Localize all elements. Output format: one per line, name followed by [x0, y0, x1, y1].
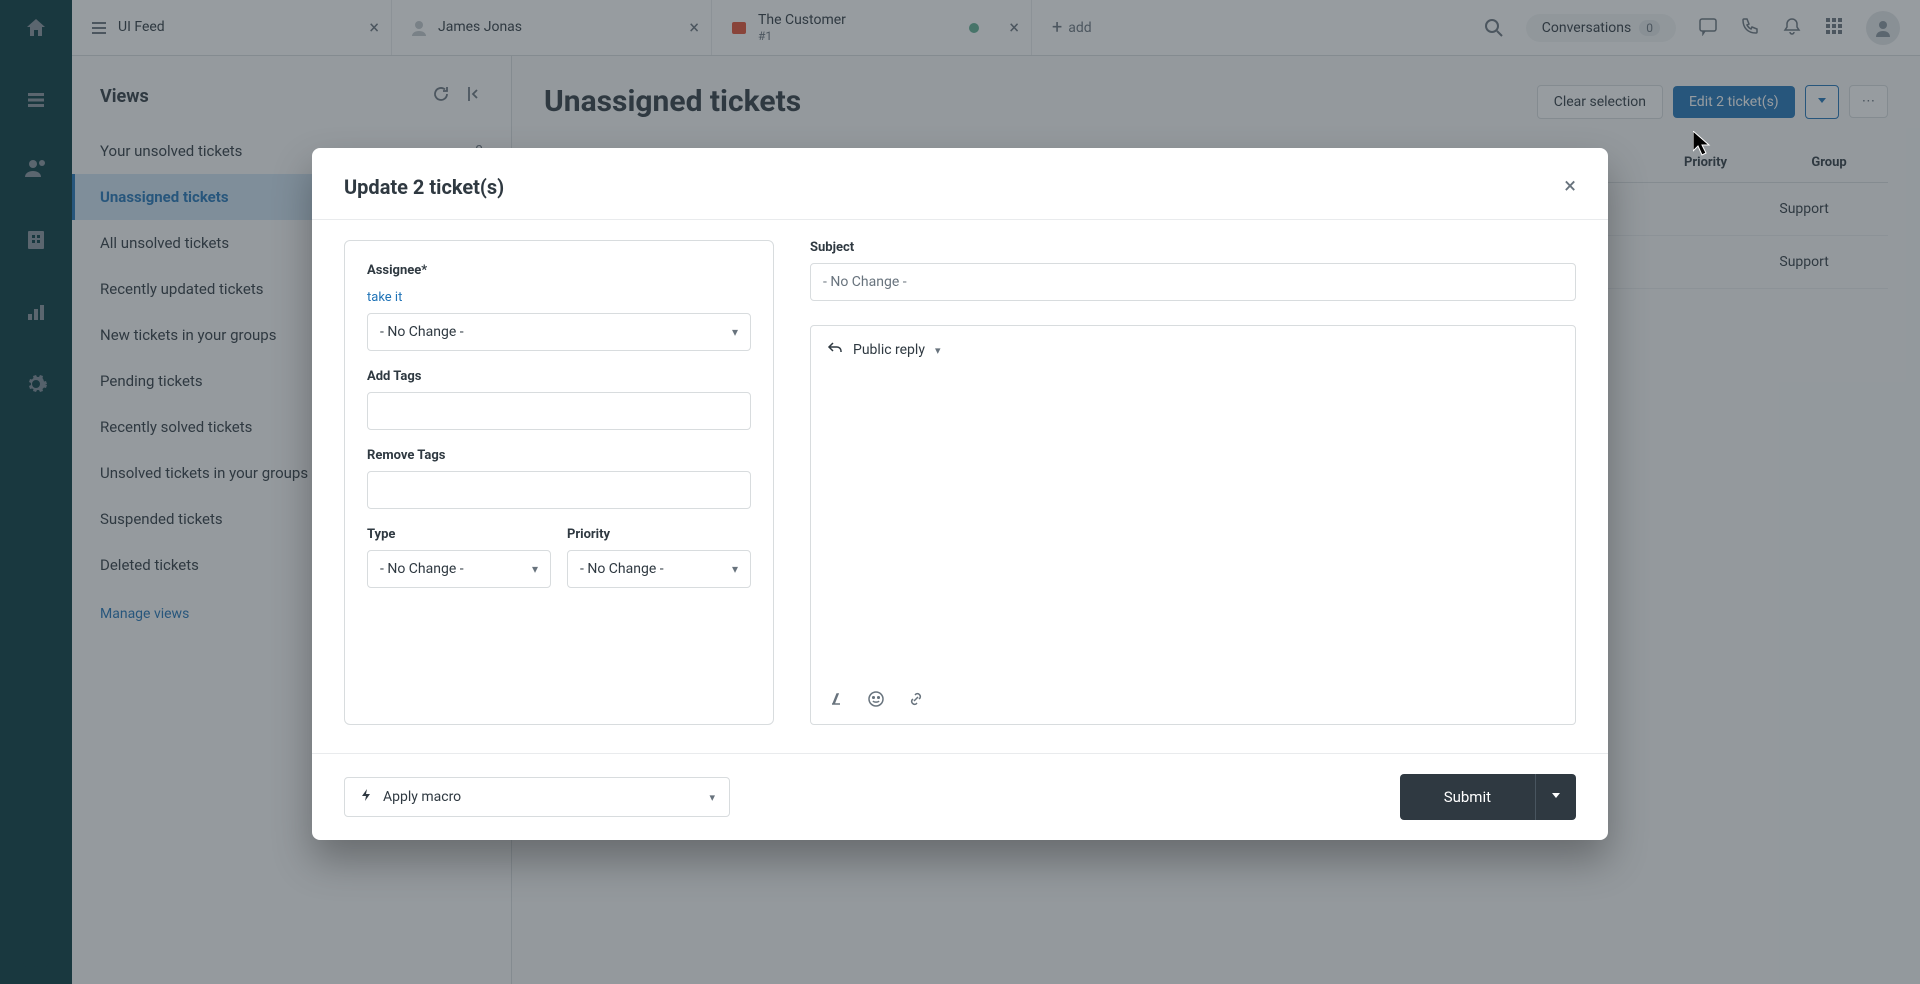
assignee-select[interactable]: - No Change - ▾: [367, 313, 751, 351]
subject-input[interactable]: - No Change -: [810, 263, 1576, 301]
priority-label: Priority: [567, 527, 751, 542]
chevron-down-icon: ▾: [732, 325, 738, 339]
emoji-icon[interactable]: [867, 690, 885, 712]
assignee-label: Assignee*: [367, 263, 751, 278]
modal-body: Assignee* take it - No Change - ▾ Add Ta…: [312, 220, 1608, 753]
type-value: - No Change -: [380, 561, 464, 577]
modal-left-panel: Assignee* take it - No Change - ▾ Add Ta…: [344, 240, 774, 725]
reply-textarea[interactable]: [811, 374, 1575, 678]
apply-macro-button[interactable]: Apply macro ▾: [344, 777, 730, 817]
modal-title: Update 2 ticket(s): [344, 175, 504, 199]
type-label: Type: [367, 527, 551, 542]
apply-macro-label: Apply macro: [383, 789, 461, 805]
chevron-down-icon: ▾: [532, 562, 538, 576]
reply-type-selector[interactable]: Public reply ▾: [811, 326, 1575, 374]
submit-group: Submit: [1400, 774, 1576, 820]
subject-label: Subject: [810, 240, 1576, 255]
reply-type-label: Public reply: [853, 342, 925, 358]
add-tags-input[interactable]: [367, 392, 751, 430]
submit-dropdown-button[interactable]: [1535, 774, 1576, 820]
lightning-icon: [359, 788, 373, 806]
modal-close-icon[interactable]: ×: [1564, 174, 1576, 199]
reply-box: Public reply ▾: [810, 325, 1576, 725]
remove-tags-input[interactable]: [367, 471, 751, 509]
modal-overlay: Update 2 ticket(s) × Assignee* take it -…: [0, 0, 1920, 984]
update-tickets-modal: Update 2 ticket(s) × Assignee* take it -…: [312, 148, 1608, 840]
chevron-down-icon: ▾: [732, 562, 738, 576]
modal-footer: Apply macro ▾ Submit: [312, 753, 1608, 840]
reply-arrow-icon: [827, 340, 843, 360]
type-select[interactable]: - No Change - ▾: [367, 550, 551, 588]
take-it-link[interactable]: take it: [367, 290, 402, 305]
link-icon[interactable]: [907, 690, 925, 712]
priority-value: - No Change -: [580, 561, 664, 577]
chevron-down-icon: ▾: [709, 791, 715, 804]
assignee-value: - No Change -: [380, 324, 464, 340]
chevron-down-icon: ▾: [935, 344, 941, 357]
format-icon[interactable]: [827, 690, 845, 712]
submit-button[interactable]: Submit: [1400, 774, 1535, 820]
reply-toolbar: [811, 678, 1575, 724]
remove-tags-label: Remove Tags: [367, 448, 751, 463]
add-tags-label: Add Tags: [367, 369, 751, 384]
priority-select[interactable]: - No Change - ▾: [567, 550, 751, 588]
modal-right-panel: Subject - No Change - Public reply ▾: [810, 240, 1576, 725]
modal-header: Update 2 ticket(s) ×: [312, 148, 1608, 220]
